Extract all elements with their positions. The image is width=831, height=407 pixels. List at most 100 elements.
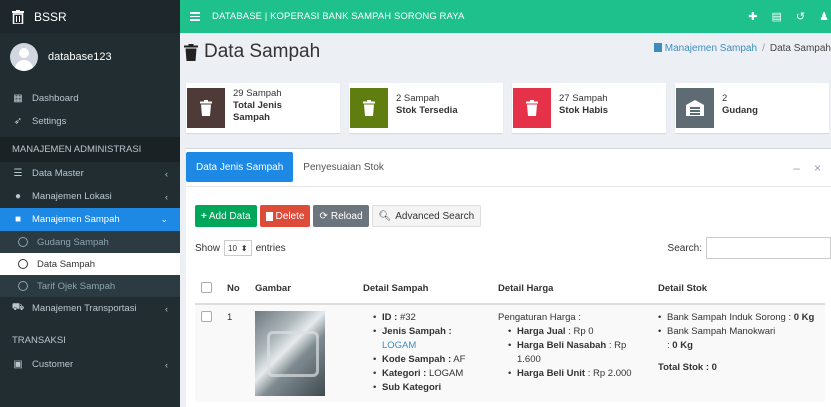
jenis-link[interactable]: LOGAM: [382, 340, 416, 351]
menu-toggle-icon[interactable]: [190, 10, 200, 23]
show-entries: Show 10 ⬍ entries: [195, 240, 286, 256]
page-title: Data Sampah: [184, 41, 320, 63]
chevron-left-icon: ‹: [165, 359, 168, 370]
stat-label: Gudang: [722, 105, 758, 116]
entries-select[interactable]: 10 ⬍: [224, 240, 252, 256]
sidebar-item-customer[interactable]: ▣ Customer ‹: [0, 353, 180, 376]
user-icon[interactable]: ♟: [819, 10, 829, 23]
header-detail-sampah[interactable]: Detail Sampah: [357, 274, 492, 305]
sidebar: BSSR database123 ▦ Dashboard ➶ Settings …: [0, 0, 180, 407]
row-no: 1: [221, 303, 249, 402]
trash-logo-icon: [12, 9, 24, 24]
breadcrumb-parent-label: Manajemen Sampah: [664, 43, 758, 54]
advanced-search-label: Advanced Search: [395, 210, 475, 222]
sidebar-item-transportasi[interactable]: ⛟ Manajemen Transportasi ‹: [0, 297, 180, 320]
trash-icon: [184, 43, 198, 61]
stat-card-text: 29 Sampah Total Jenis Sampah: [225, 83, 282, 133]
table-search: Search:: [668, 237, 831, 259]
trash-icon: [200, 100, 212, 116]
sidebar-item-sampah[interactable]: ■ Manajemen Sampah ⌄: [0, 208, 180, 231]
breadcrumb-parent[interactable]: Manajemen Sampah: [653, 43, 758, 54]
trash-icon: [653, 43, 662, 52]
stat-label: Stok Habis: [559, 105, 609, 116]
trash-icon: [526, 100, 538, 116]
row-detail-stok: Bank Sampah Induk Sorong : 0 Kg Bank Sam…: [652, 303, 825, 402]
sidebar-item-lokasi[interactable]: ● Manajemen Lokasi ‹: [0, 185, 180, 208]
sidebar-item-label: Settings: [32, 116, 67, 127]
sidebar-item-data-master[interactable]: ☰ Data Master ‹: [0, 162, 180, 185]
tab-penyesuaian-stok[interactable]: Penyesuaian Stok: [293, 152, 394, 182]
trash-icon: [265, 211, 273, 221]
add-data-button[interactable]: + Add Data: [195, 205, 257, 227]
close-icon[interactable]: ×: [814, 161, 821, 175]
history-icon[interactable]: ↺: [796, 10, 805, 23]
stat-card-tersedia: 2 Sampah Stok Tersedia: [349, 83, 503, 133]
plus-circle-icon[interactable]: ✚: [748, 10, 757, 23]
chevron-left-icon: ‹: [165, 191, 168, 202]
data-table: No Gambar Detail Sampah Detail Harga Det…: [195, 274, 825, 402]
table-row[interactable]: 1 ID : #32 Jenis Sampah :LOGAM Kode Samp…: [195, 303, 825, 402]
header-select: [195, 274, 221, 305]
search-input[interactable]: [706, 237, 831, 259]
delete-label: Delete: [275, 210, 305, 222]
header-detail-stok[interactable]: Detail Stok: [652, 274, 825, 305]
sidebar-subitem-tarif-ojek[interactable]: Tarif Ojek Sampah: [0, 275, 180, 297]
stat-card-total: 29 Sampah Total Jenis Sampah: [186, 83, 340, 133]
sidebar-subitem-data-sampah[interactable]: Data Sampah: [0, 253, 180, 275]
sidebar-item-label: Manajemen Lokasi: [32, 191, 112, 202]
top-navbar: DATABASE | KOPERASI BANK SAMPAH SORONG R…: [180, 0, 831, 33]
show-label: Show: [195, 242, 221, 254]
collapse-icon[interactable]: –: [793, 161, 800, 175]
sidebar-item-label: Dashboard: [32, 93, 79, 104]
tab-data-jenis-sampah[interactable]: Data Jenis Sampah: [186, 152, 294, 182]
card-warehouse-icon: [676, 88, 714, 128]
stat-count: 2 Sampah: [396, 93, 440, 104]
circle-icon: [18, 237, 28, 247]
reload-label: Reload: [330, 210, 363, 222]
sidebar-item-label: Data Master: [32, 168, 84, 179]
sidebar-item-label: Manajemen Transportasi: [32, 303, 137, 314]
stat-count: 29 Sampah: [233, 88, 282, 99]
stat-card-habis: 27 Sampah Stok Habis: [512, 83, 666, 133]
page-title-text: Data Sampah: [204, 41, 321, 62]
app-logo[interactable]: BSSR: [0, 0, 180, 33]
trash-icon: [363, 100, 375, 116]
header-detail-harga[interactable]: Detail Harga: [492, 274, 652, 305]
refresh-icon: ⟳: [319, 210, 328, 222]
waste-image[interactable]: [255, 311, 325, 396]
row-detail-harga: Pengaturan Harga : Harga Jual : Rp 0 Har…: [492, 303, 652, 402]
select-all-checkbox[interactable]: [201, 281, 212, 293]
id-card-icon: ▣: [13, 359, 23, 370]
chevron-left-icon: ‹: [165, 168, 168, 179]
search-label: Search:: [667, 242, 702, 254]
user-panel[interactable]: database123: [0, 33, 180, 81]
trash-icon: ■: [14, 214, 22, 225]
stat-card-gudang: 2 Gudang: [675, 83, 829, 133]
data-box: Data Jenis Sampah Penyesuaian Stok – × +…: [186, 148, 831, 407]
sidebar-item-settings[interactable]: ➶ Settings: [0, 110, 180, 133]
map-marker-icon: ●: [14, 191, 22, 202]
reload-button[interactable]: ⟳ Reload: [313, 205, 369, 227]
entries-value: 10: [228, 243, 237, 253]
row-checkbox[interactable]: [201, 311, 212, 322]
stat-card-text: 27 Sampah Stok Habis: [551, 83, 608, 133]
row-image-cell: [249, 303, 357, 402]
sidebar-subitem-label: Gudang Sampah: [37, 236, 109, 248]
header-no[interactable]: No: [221, 274, 249, 305]
stat-label: Stok Tersedia: [396, 105, 458, 116]
advanced-search-button[interactable]: 🔍︎ Advanced Search: [371, 205, 482, 227]
sidebar-item-dashboard[interactable]: ▦ Dashboard: [0, 87, 180, 110]
card-trash-icon: [187, 88, 225, 128]
search-icon: 🔍︎: [378, 210, 392, 222]
stat-count: 2: [722, 93, 728, 104]
add-data-label: Add Data: [208, 210, 251, 222]
select-arrows-icon: ⬍: [240, 243, 248, 253]
delete-button[interactable]: Delete: [259, 205, 311, 227]
topbar-title: DATABASE | KOPERASI BANK SAMPAH SORONG R…: [212, 11, 465, 22]
header-gambar[interactable]: Gambar: [249, 274, 357, 305]
grid-icon: ▦: [13, 93, 23, 104]
chevron-left-icon: ‹: [165, 303, 168, 314]
sidebar-item-label: Manajemen Sampah: [32, 214, 120, 225]
calculator-icon[interactable]: ▤: [772, 10, 782, 23]
sidebar-subitem-gudang[interactable]: Gudang Sampah: [0, 231, 180, 253]
